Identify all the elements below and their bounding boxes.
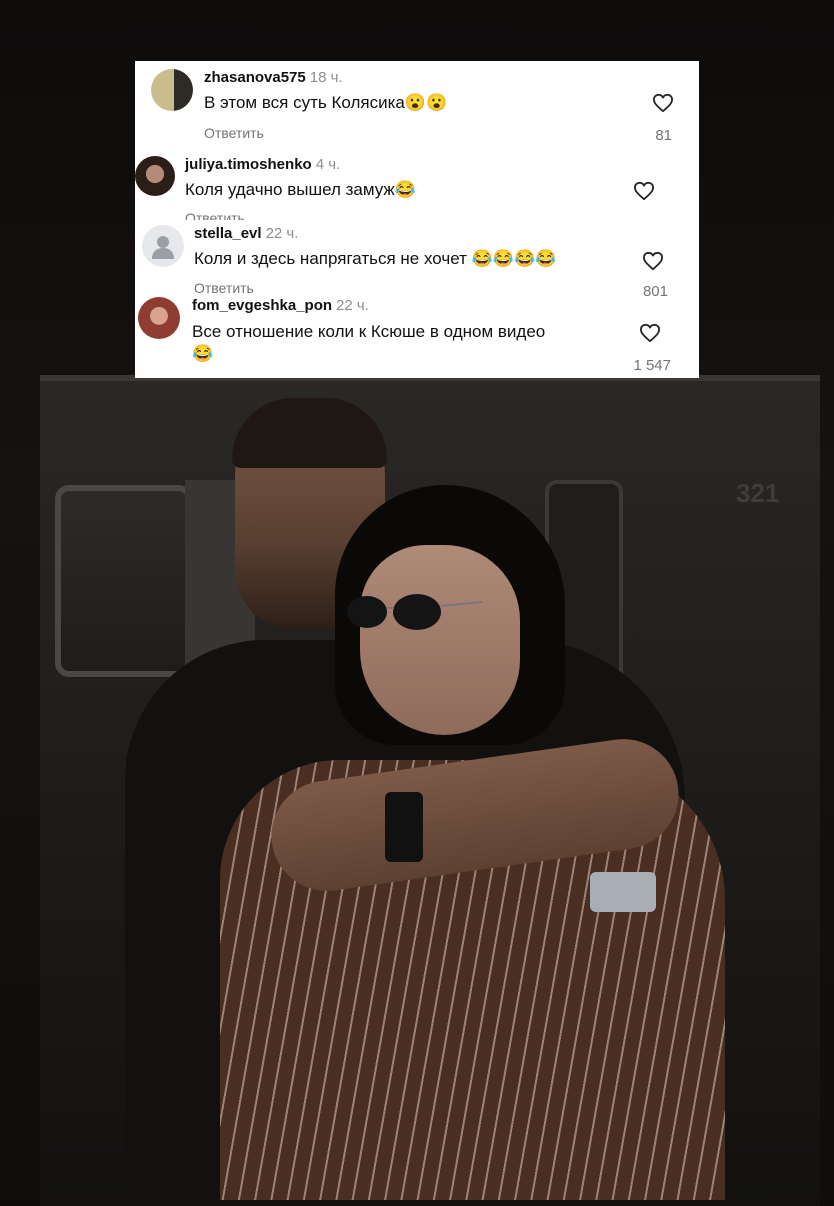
comment-username[interactable]: juliya.timoshenko 4 ч. — [185, 156, 340, 173]
comment-text: Коля удачно вышел замуж😂 — [185, 180, 416, 199]
heart-icon[interactable] — [633, 181, 655, 201]
watch — [385, 792, 423, 862]
comment-username[interactable]: fom_evgeshka_pon 22 ч. — [192, 297, 369, 314]
car-number: 321 — [736, 478, 780, 508]
comment-text-line2: 😂 — [192, 344, 214, 363]
likes-count: 81 — [655, 127, 672, 144]
train-window — [55, 485, 192, 677]
comment-time: 4 ч. — [315, 156, 341, 173]
username-text[interactable]: fom_evgeshka_pon — [192, 297, 332, 314]
avatar[interactable] — [138, 297, 180, 339]
comment-username[interactable]: zhasanova575 18 ч. — [204, 69, 343, 86]
woman-face — [360, 545, 520, 735]
reply-button[interactable]: Ответить — [194, 280, 254, 296]
bracelet — [590, 872, 656, 912]
avatar[interactable] — [135, 156, 175, 196]
comment-time: 18 ч. — [309, 69, 343, 86]
comment-time: 22 ч. — [336, 297, 369, 314]
default-avatar-icon — [152, 236, 174, 259]
avatar[interactable] — [142, 225, 184, 267]
reply-button[interactable]: Ответить — [185, 210, 245, 220]
username-text[interactable]: stella_evl — [194, 225, 262, 242]
username-text[interactable]: zhasanova575 — [204, 69, 306, 86]
heart-icon[interactable] — [639, 323, 661, 343]
comment-text: Коля и здесь напрягаться не хочет 😂😂😂😂 — [194, 249, 557, 268]
heart-icon[interactable] — [652, 93, 674, 113]
comment-text: В этом вся суть Колясика😮😮 — [204, 93, 448, 112]
heart-icon[interactable] — [642, 251, 664, 271]
sunglasses-icon — [347, 594, 482, 630]
comment-username[interactable]: stella_evl 22 ч. — [194, 225, 298, 242]
comment-text: Все отношение коли к Ксюше в одном видео — [192, 322, 546, 341]
reply-button[interactable]: Ответить — [204, 125, 264, 141]
username-text[interactable]: juliya.timoshenko — [185, 156, 312, 173]
avatar[interactable] — [151, 69, 193, 111]
comment-time: 22 ч. — [265, 225, 299, 242]
comments-card: zhasanova575 18 ч. В этом вся суть Коляси… — [135, 61, 699, 378]
likes-count: 801 — [642, 283, 668, 300]
likes-count: 1 547 — [633, 357, 671, 374]
